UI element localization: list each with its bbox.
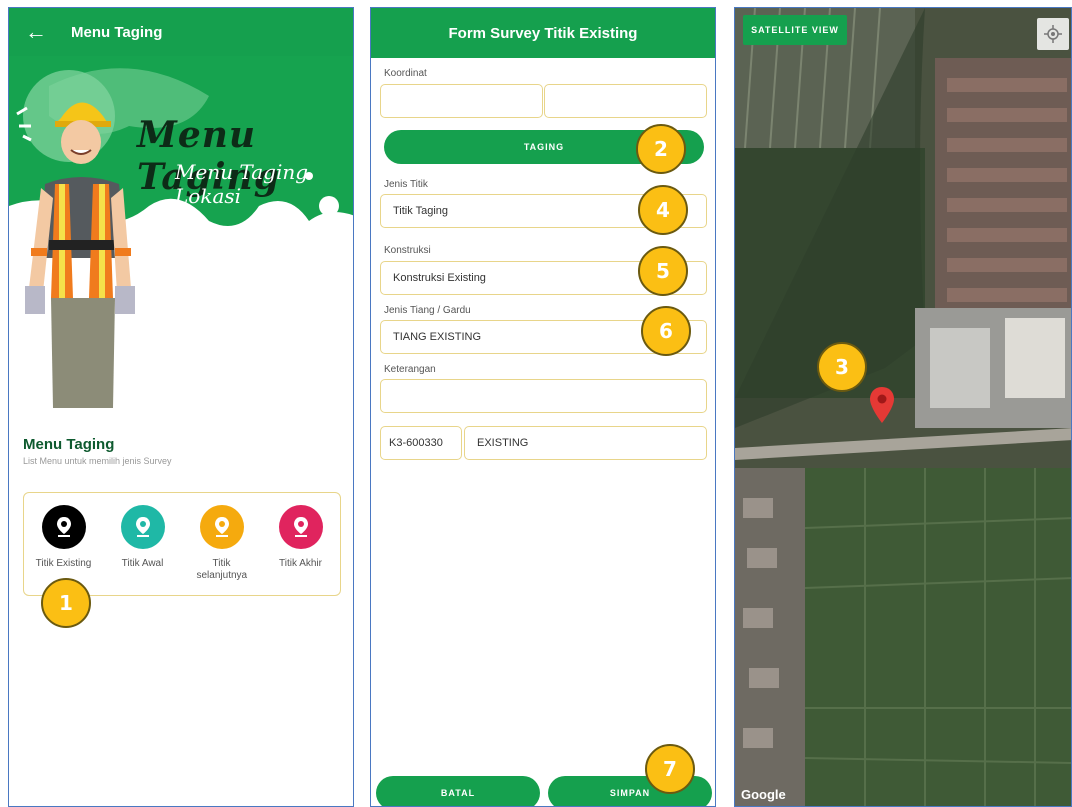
konstruksi-label: Konstruksi: [384, 245, 431, 256]
form-survey-screen: Form Survey Titik Existing Koordinat TAG…: [370, 7, 716, 807]
my-location-button[interactable]: [1037, 18, 1069, 50]
hero-subtitle: Menu Taging Lokasi: [175, 160, 309, 208]
step-badge: 1: [41, 578, 91, 628]
menu-item-label: Titik Awal: [121, 558, 164, 569]
menu-item-titik-selanjutnya[interactable]: Titik selanjutnya: [185, 505, 259, 595]
keterangan-label: Keterangan: [384, 364, 436, 375]
step-badge: 4: [638, 185, 688, 235]
menu-item-label: Titik selanjutnya: [196, 558, 248, 581]
kode-field[interactable]: K3-600330: [380, 426, 462, 460]
menu-title: Menu Taging: [23, 436, 115, 453]
batal-button[interactable]: BATAL: [376, 776, 540, 806]
menu-item-titik-akhir[interactable]: Titik Akhir: [264, 505, 338, 595]
keterangan-field[interactable]: [380, 379, 707, 413]
location-pin-icon: [120, 505, 165, 549]
longitude-field[interactable]: [544, 84, 707, 118]
menu-item-label: Titik Akhir: [279, 558, 322, 569]
app-bar-title: Menu Taging: [71, 23, 163, 41]
google-logo: Google: [741, 787, 786, 802]
menu-item-label: Titik Existing: [35, 558, 92, 569]
location-pin-icon: [199, 505, 244, 549]
location-pin-icon: [278, 505, 323, 549]
step-badge: 3: [817, 342, 867, 392]
worker-illustration: [25, 102, 135, 408]
koordinat-label: Koordinat: [384, 68, 427, 79]
crosshair-icon: [1044, 25, 1062, 43]
menu-taging-screen: ← Menu Taging Menu Taging Menu Taging Lo…: [8, 7, 354, 807]
step-badge: 2: [636, 124, 686, 174]
step-badge: 6: [641, 306, 691, 356]
map-screen[interactable]: SATELLITE VIEW 3 Google: [734, 7, 1072, 807]
jenis-titik-label: Jenis Titik: [384, 179, 428, 190]
step-badge: 5: [638, 246, 688, 296]
satellite-map[interactable]: [735, 8, 1072, 807]
step-badge: 7: [645, 744, 695, 794]
location-pin-icon: [41, 505, 86, 549]
app-bar: ← Menu Taging: [9, 8, 353, 56]
status-field[interactable]: EXISTING: [464, 426, 707, 460]
latitude-field[interactable]: [380, 84, 543, 118]
satellite-view-button[interactable]: SATELLITE VIEW: [743, 15, 847, 45]
form-title: Form Survey Titik Existing: [371, 8, 715, 58]
menu-item-titik-awal[interactable]: Titik Awal: [106, 505, 180, 595]
jenis-tiang-label: Jenis Tiang / Gardu: [384, 305, 471, 316]
menu-subtitle: List Menu untuk memilih jenis Survey: [23, 456, 172, 466]
back-arrow-icon[interactable]: ←: [25, 19, 55, 45]
map-marker-icon[interactable]: [869, 386, 895, 424]
